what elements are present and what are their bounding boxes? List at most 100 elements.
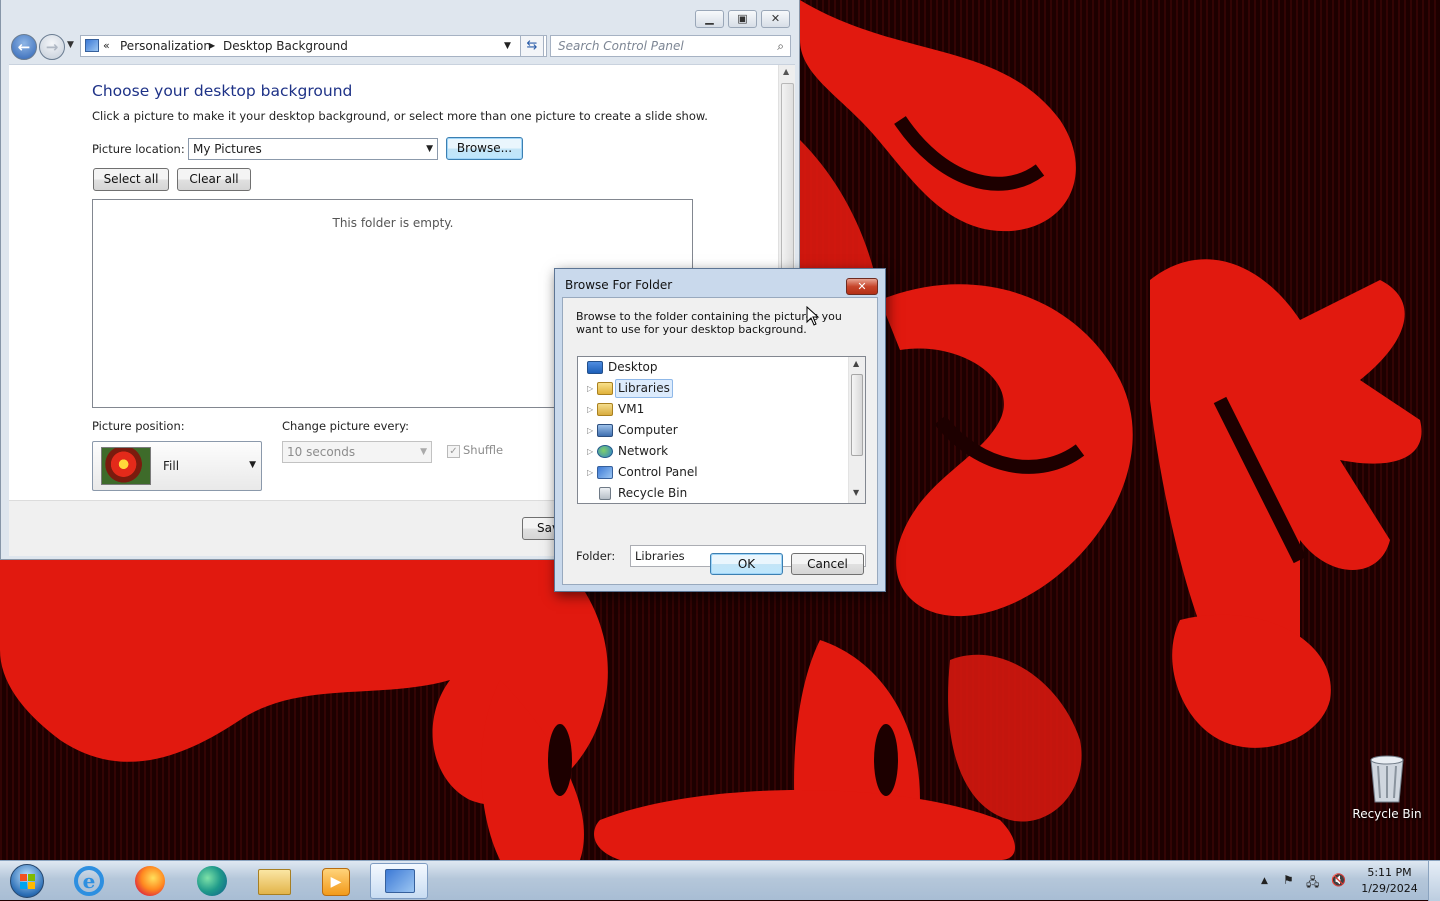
expand-arrow-icon[interactable]: ▷ xyxy=(587,399,593,420)
folder-tree[interactable]: Desktop ▷ Libraries ▷ VM1 ▷ Computer ▷ N… xyxy=(577,356,866,504)
ok-button[interactable]: OK xyxy=(710,553,783,575)
tree-item-desktop[interactable]: Desktop xyxy=(578,357,848,378)
tree-item-network[interactable]: ▷ Network xyxy=(578,441,848,462)
back-button[interactable]: ← xyxy=(11,34,37,60)
browse-button[interactable]: Browse... xyxy=(446,137,523,160)
refresh-icon: ⇆ xyxy=(526,38,538,53)
tree-item-computer[interactable]: ▷ Computer xyxy=(578,420,848,441)
page-instructions: Click a picture to make it your desktop … xyxy=(92,109,708,123)
tree-scrollbar[interactable]: ▲ ▼ xyxy=(848,357,865,503)
tree-scrollbar-thumb[interactable] xyxy=(851,374,863,456)
tree-item-label: Computer xyxy=(618,423,678,437)
breadcrumb-desktop-background[interactable]: Desktop Background xyxy=(223,36,348,56)
address-dropdown-icon[interactable]: ▼ xyxy=(504,36,511,56)
change-interval-value: 10 seconds xyxy=(287,445,356,459)
clock-time: 5:11 PM xyxy=(1367,866,1412,879)
tree-item-label: Control Panel xyxy=(618,465,698,479)
scroll-up-icon[interactable]: ▲ xyxy=(853,359,859,368)
tree-item-control-panel[interactable]: ▷ Control Panel xyxy=(578,462,848,483)
recycle-bin-icon xyxy=(599,487,611,500)
control-panel-icon xyxy=(85,39,99,52)
taskbar-file-explorer[interactable] xyxy=(246,863,302,899)
close-icon: ✕ xyxy=(857,280,867,293)
tree-item-recycle-bin[interactable]: Recycle Bin xyxy=(578,483,848,504)
control-panel-icon xyxy=(385,869,415,893)
clear-all-button[interactable]: Clear all xyxy=(177,168,251,191)
tree-item-label: Libraries xyxy=(615,379,673,398)
tree-item-label: Network xyxy=(618,444,669,458)
scroll-down-icon[interactable]: ▼ xyxy=(853,488,859,497)
picture-location-value: My Pictures xyxy=(193,142,262,156)
windows-logo-icon xyxy=(10,864,44,898)
taskbar-firefox[interactable] xyxy=(122,863,178,899)
refresh-button[interactable]: ⇆ xyxy=(520,35,544,57)
folder-label: Folder: xyxy=(576,549,616,563)
shuffle-checkbox: ✓ xyxy=(447,445,460,458)
picture-position-select[interactable]: Fill ▼ xyxy=(92,441,262,491)
network-icon xyxy=(597,445,613,458)
start-button[interactable] xyxy=(0,863,56,899)
volume-muted-icon[interactable]: 🔇 xyxy=(1331,873,1346,887)
taskbar-internet-explorer[interactable]: e xyxy=(62,863,118,899)
browse-for-folder-dialog: Browse For Folder ✕ Browse to the folder… xyxy=(554,268,886,592)
recent-pages-button[interactable]: ▼ xyxy=(67,40,74,50)
dialog-close-button[interactable]: ✕ xyxy=(846,278,878,295)
forward-button[interactable]: → xyxy=(39,34,65,60)
recycle-bin-icon xyxy=(1370,755,1404,803)
media-player-icon: ▶ xyxy=(322,868,350,896)
taskbar-control-panel[interactable] xyxy=(370,863,428,899)
tree-item-label: Desktop xyxy=(608,360,658,374)
expand-arrow-icon[interactable]: ▷ xyxy=(587,462,593,483)
breadcrumb-overflow[interactable]: « xyxy=(103,36,110,56)
taskbar: e ▶ ▲ ⚑ 🖧 🔇 5:11 PM 1/29/2024 xyxy=(0,860,1440,901)
action-center-flag-icon[interactable]: ⚑ xyxy=(1283,873,1294,887)
user-folder-icon xyxy=(597,403,613,416)
expand-arrow-icon[interactable]: ▷ xyxy=(587,441,593,462)
maximize-button[interactable]: ▣ xyxy=(728,10,757,28)
dialog-body: Browse to the folder containing the pict… xyxy=(562,297,878,585)
control-panel-icon xyxy=(597,466,613,479)
tree-item-vm1[interactable]: ▷ VM1 xyxy=(578,399,848,420)
shuffle-label: Shuffle xyxy=(463,443,504,457)
system-clock[interactable]: 5:11 PM 1/29/2024 xyxy=(1352,865,1427,897)
computer-icon xyxy=(597,424,613,437)
search-icon: ⌕ xyxy=(777,39,784,53)
chevron-down-icon: ▼ xyxy=(67,40,74,50)
close-button[interactable]: ✕ xyxy=(761,10,790,28)
taskbar-edge[interactable] xyxy=(184,863,240,899)
firefox-icon xyxy=(135,866,165,896)
tree-item-libraries[interactable]: ▷ Libraries xyxy=(578,378,848,399)
scroll-up-icon[interactable]: ▲ xyxy=(783,67,789,76)
select-all-button[interactable]: Select all xyxy=(93,168,169,191)
breadcrumb-separator-icon[interactable]: ▶ xyxy=(209,36,215,56)
search-input[interactable]: Search Control Panel ⌕ xyxy=(550,35,791,57)
expand-arrow-icon[interactable]: ▷ xyxy=(587,378,593,399)
picture-position-value: Fill xyxy=(163,459,180,473)
cancel-button[interactable]: Cancel xyxy=(791,553,864,575)
folder-icon xyxy=(258,869,291,895)
close-icon: ✕ xyxy=(770,12,781,25)
internet-explorer-icon: e xyxy=(74,866,104,896)
picture-position-label: Picture position: xyxy=(92,419,185,433)
edge-icon xyxy=(197,866,227,896)
show-desktop-button[interactable] xyxy=(1428,861,1440,901)
forward-arrow-icon: → xyxy=(45,38,59,56)
breadcrumb-personalization[interactable]: Personalization xyxy=(120,36,211,56)
desktop-recycle-bin[interactable]: Recycle Bin xyxy=(1352,754,1422,826)
expand-arrow-icon[interactable]: ▷ xyxy=(587,420,593,441)
picture-location-select[interactable]: My Pictures ▼ xyxy=(188,138,438,160)
maximize-icon: ▣ xyxy=(737,12,748,25)
chevron-down-icon: ▼ xyxy=(426,144,433,154)
taskbar-media-player[interactable]: ▶ xyxy=(308,863,364,899)
search-placeholder: Search Control Panel xyxy=(558,39,684,53)
address-bar[interactable]: « Personalization ▶ Desktop Background ▼ xyxy=(80,35,547,57)
minimize-button[interactable]: ▁ xyxy=(695,10,724,28)
show-hidden-icons-button[interactable]: ▲ xyxy=(1261,876,1268,886)
tree-item-label: Recycle Bin xyxy=(618,486,688,500)
tree-item-label: VM1 xyxy=(618,402,645,416)
network-status-icon[interactable]: 🖧 xyxy=(1306,873,1319,894)
minimize-icon: ▁ xyxy=(705,12,714,25)
chevron-down-icon: ▼ xyxy=(420,447,427,457)
dialog-title: Browse For Folder xyxy=(565,278,673,292)
change-interval-select: 10 seconds ▼ xyxy=(282,441,432,463)
